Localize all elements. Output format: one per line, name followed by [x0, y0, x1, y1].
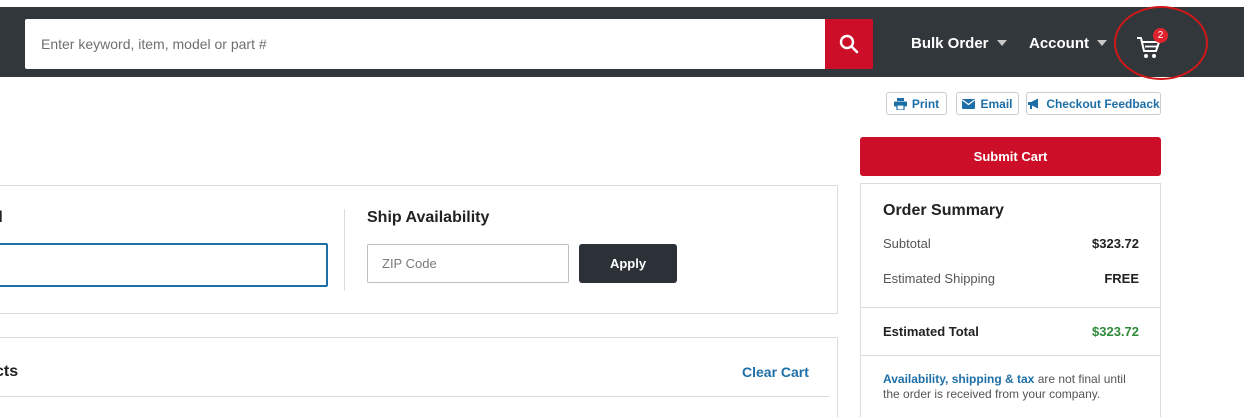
availability-note: Availability, shipping & tax are not fin… — [883, 372, 1143, 402]
apply-button[interactable]: Apply — [579, 244, 677, 283]
products-panel: cts Clear Cart — [0, 337, 838, 417]
promo-code-input[interactable] — [0, 243, 328, 287]
checkout-feedback-button[interactable]: Checkout Feedback — [1026, 92, 1161, 115]
envelope-icon — [962, 98, 976, 109]
highlight-circle — [1114, 6, 1208, 80]
total-value: $323.72 — [1092, 324, 1139, 339]
promo-shipping-panel: d Ship Availability Apply — [0, 185, 838, 314]
summary-divider — [861, 355, 1160, 356]
subtotal-label: Subtotal — [883, 236, 931, 251]
search-button[interactable] — [825, 19, 873, 69]
zip-code-input[interactable] — [367, 244, 569, 283]
order-summary: Order Summary Subtotal $323.72 Estimated… — [860, 183, 1161, 417]
products-title: cts — [0, 363, 19, 380]
subtotal-value: $323.72 — [1092, 236, 1139, 251]
account-label: Account — [1029, 34, 1089, 52]
search-icon — [839, 34, 859, 54]
clear-cart-link[interactable]: Clear Cart — [742, 364, 809, 380]
site-header: Bulk Order Account 2 — [0, 7, 1244, 77]
shipping-row: Estimated Shipping FREE — [883, 271, 1139, 286]
print-label: Print — [911, 96, 940, 111]
ship-availability-title: Ship Availability — [367, 209, 490, 226]
search-input[interactable] — [25, 19, 825, 69]
feedback-label: Checkout Feedback — [1046, 96, 1160, 111]
print-button[interactable]: Print — [886, 92, 947, 115]
top-strip — [0, 0, 1244, 7]
page: Bulk Order Account 2 Print — [0, 0, 1244, 417]
availability-link[interactable]: Availability, shipping & tax — [883, 372, 1034, 386]
chevron-down-icon — [1097, 40, 1107, 46]
shipping-label: Estimated Shipping — [883, 271, 996, 286]
printer-icon — [893, 97, 907, 110]
chevron-down-icon — [996, 40, 1007, 46]
panel-divider — [344, 209, 345, 291]
total-row: Estimated Total $323.72 — [883, 324, 1139, 339]
products-divider — [0, 396, 829, 397]
shipping-value: FREE — [1104, 271, 1139, 286]
email-label: Email — [980, 96, 1013, 111]
megaphone-icon — [1028, 98, 1039, 109]
bulk-order-label: Bulk Order — [911, 34, 989, 52]
account-menu[interactable]: Account — [1029, 31, 1107, 55]
total-label: Estimated Total — [883, 324, 979, 339]
summary-divider — [861, 307, 1160, 308]
order-summary-title: Order Summary — [883, 202, 1004, 219]
bulk-order-menu[interactable]: Bulk Order — [911, 31, 1007, 55]
subtotal-row: Subtotal $323.72 — [883, 236, 1139, 251]
email-button[interactable]: Email — [956, 92, 1019, 115]
promo-code-title: d — [0, 209, 3, 227]
submit-cart-button[interactable]: Submit Cart — [860, 137, 1161, 176]
